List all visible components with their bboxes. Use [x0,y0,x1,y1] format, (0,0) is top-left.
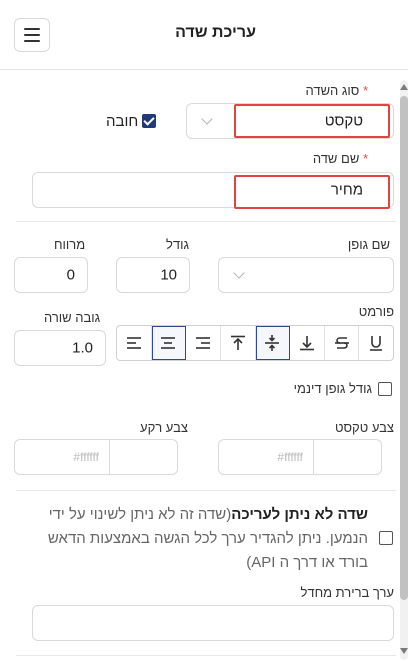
text-color-hex-input[interactable]: #ffffff [218,439,314,475]
text-color-label: צבע טקסט [335,420,394,435]
align-right-button[interactable] [186,326,221,360]
bg-color-swatch[interactable] [110,439,178,475]
default-value-label: ערך ברירת מחדל [300,585,394,600]
underline-button[interactable] [359,326,393,360]
align-bottom-icon [299,336,314,351]
align-center-icon [161,337,176,349]
font-size-label: גודל [166,237,189,252]
line-height-input[interactable]: 1.0 [14,330,106,366]
spacing-input[interactable]: 0 [14,257,88,293]
page-title: עריכת שדה [175,24,256,41]
default-value-input[interactable] [32,605,394,641]
field-type-highlight [234,104,390,138]
spacing-label: מרווח [54,237,86,252]
divider [16,490,396,491]
strikethrough-icon [334,337,349,349]
align-middle-icon [265,335,280,351]
bg-color-picker: #ffffff [14,439,178,475]
align-left-button[interactable] [117,326,152,360]
format-label: פורמט [358,304,394,319]
scrollbar[interactable] [398,80,408,660]
hamburger-icon-line [24,34,40,36]
required-star: * [362,83,368,98]
scroll-up-arrow-icon[interactable] [400,84,408,90]
spacing-value: 0 [66,266,75,284]
readonly-title: שדה לא ניתן לעריכה [231,506,368,523]
required-checkbox[interactable] [142,114,156,128]
align-top-icon [230,335,245,350]
readonly-checkbox[interactable] [379,531,393,545]
divider [16,655,396,656]
format-toolbar [116,325,394,361]
chevron-down-icon [233,267,245,279]
align-center-button[interactable] [151,326,187,360]
align-left-icon [126,337,141,349]
underline-icon [370,336,383,351]
scrollbar-thumb[interactable] [400,96,408,600]
field-type-label: * סוג השדה [306,83,368,98]
readonly-text: שדה לא ניתן לעריכה(שדה זה לא ניתן לשינוי… [28,503,368,575]
required-star: * [362,151,368,166]
scroll-down-arrow-icon[interactable] [400,648,408,654]
field-name-highlight [234,175,390,209]
field-name-label-text: שם שדה [312,151,360,166]
font-size-input[interactable]: 10 [116,257,190,293]
strikethrough-button[interactable] [325,326,360,360]
align-bottom-button[interactable] [290,326,325,360]
hamburger-icon-line [24,40,40,42]
bg-color-label: צבע רקע [140,420,188,435]
align-right-icon [196,337,211,349]
line-height-label: גובה שורה [44,310,101,325]
bg-color-hex-input[interactable]: #ffffff [14,439,110,475]
text-color-swatch[interactable] [314,439,382,475]
field-type-label-text: סוג השדה [305,83,360,98]
required-label: חובה [106,113,139,130]
line-height-value: 1.0 [72,339,93,357]
menu-button[interactable] [14,18,50,52]
dynamic-font-label: גודל גופן דינמי [293,381,372,396]
align-middle-button[interactable] [255,326,291,360]
field-name-label: * שם שדה [313,151,368,166]
text-color-picker: #ffffff [218,439,382,475]
font-size-value: 10 [160,266,177,284]
align-top-button[interactable] [221,326,256,360]
hamburger-icon [24,28,40,30]
chevron-down-icon [201,113,213,125]
dynamic-font-checkbox[interactable] [378,382,392,396]
font-family-select[interactable] [218,257,394,293]
font-family-label: שם גופן [347,237,390,252]
header: עריכת שדה [0,0,408,70]
divider [16,221,396,222]
